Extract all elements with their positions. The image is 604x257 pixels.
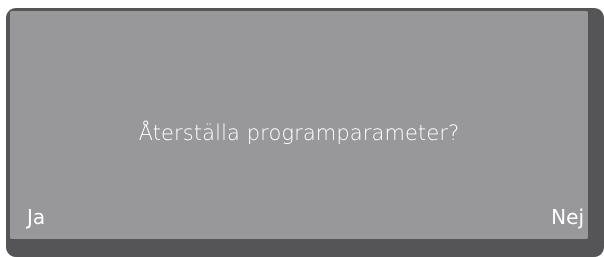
confirm-message: Återställa programparameter? [138, 121, 460, 145]
device-panel: Återställa programparameter? Ja Nej [0, 0, 604, 257]
no-softkey[interactable]: Nej [551, 205, 584, 229]
yes-softkey[interactable]: Ja [27, 205, 45, 229]
display-screen: Återställa programparameter? Ja Nej [10, 11, 588, 239]
